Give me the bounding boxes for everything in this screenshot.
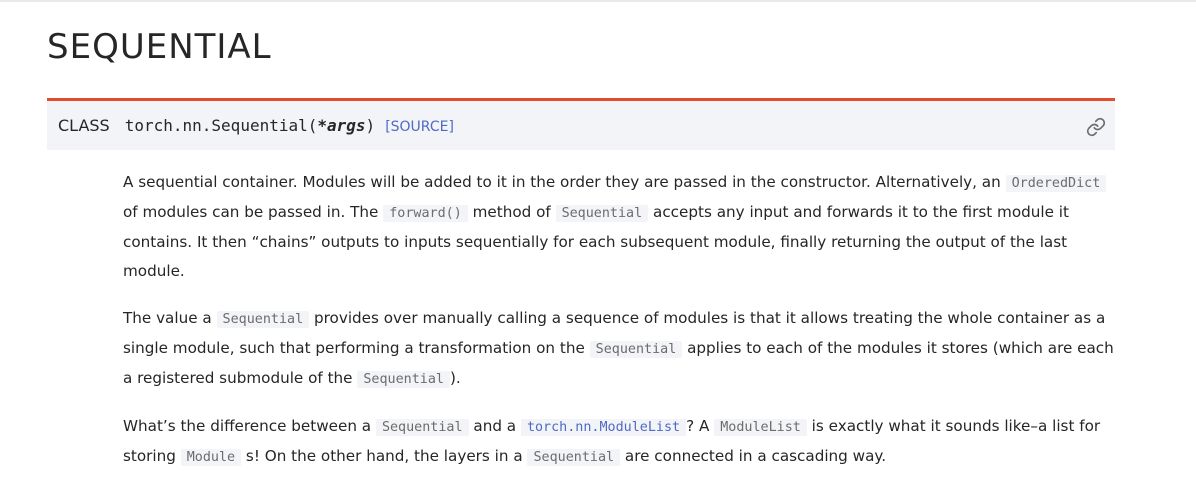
text: of modules can be passed in. The: [123, 203, 384, 221]
text: s! On the other hand, the layers in a: [241, 447, 528, 465]
code-sequential: Sequential: [357, 371, 450, 388]
source-link[interactable]: [SOURCE]: [385, 119, 454, 135]
link-icon[interactable]: [1086, 117, 1106, 137]
code-ordereddict: OrderedDict: [1005, 175, 1107, 192]
modulelist-link[interactable]: torch.nn.ModuleList: [520, 419, 687, 436]
paragraph-3: What’s the difference between a Sequenti…: [123, 412, 1115, 472]
text: A sequential container. Modules will be …: [123, 173, 1006, 191]
class-label: CLASS: [58, 116, 110, 135]
code-sequential: Sequential: [555, 205, 649, 222]
paragraph-2: The value a Sequential provides over man…: [123, 304, 1115, 394]
description: A sequential container. Modules will be …: [123, 168, 1115, 484]
top-border: [0, 0, 1196, 2]
text: ).: [449, 369, 461, 387]
code-modulelist: ModuleList: [714, 419, 807, 436]
signature-row: CLASS torch.nn.Sequential(*args) [SOURCE]: [58, 116, 454, 137]
text: ? A: [686, 417, 715, 435]
code-module: Module: [180, 449, 242, 466]
paragraph-1: A sequential container. Modules will be …: [123, 168, 1115, 286]
code-sequential: Sequential: [375, 419, 469, 436]
code-sequential: Sequential: [216, 311, 310, 328]
text: method of: [467, 203, 556, 221]
text: What’s the difference between a: [123, 417, 376, 435]
text: and a: [468, 417, 521, 435]
code-sequential: Sequential: [527, 449, 621, 466]
signature-args: *args: [317, 116, 366, 135]
class-signature: CLASS torch.nn.Sequential(*args) [SOURCE]: [47, 98, 1115, 150]
code-forward: forward(): [383, 205, 468, 222]
signature-close-paren: ): [365, 116, 376, 135]
text: are connected in a cascading way.: [620, 447, 887, 465]
page-title: SEQUENTIAL: [47, 27, 272, 67]
code-sequential: Sequential: [589, 341, 683, 358]
text: The value a: [123, 309, 217, 327]
signature-name: torch.nn.Sequential(: [124, 116, 318, 135]
